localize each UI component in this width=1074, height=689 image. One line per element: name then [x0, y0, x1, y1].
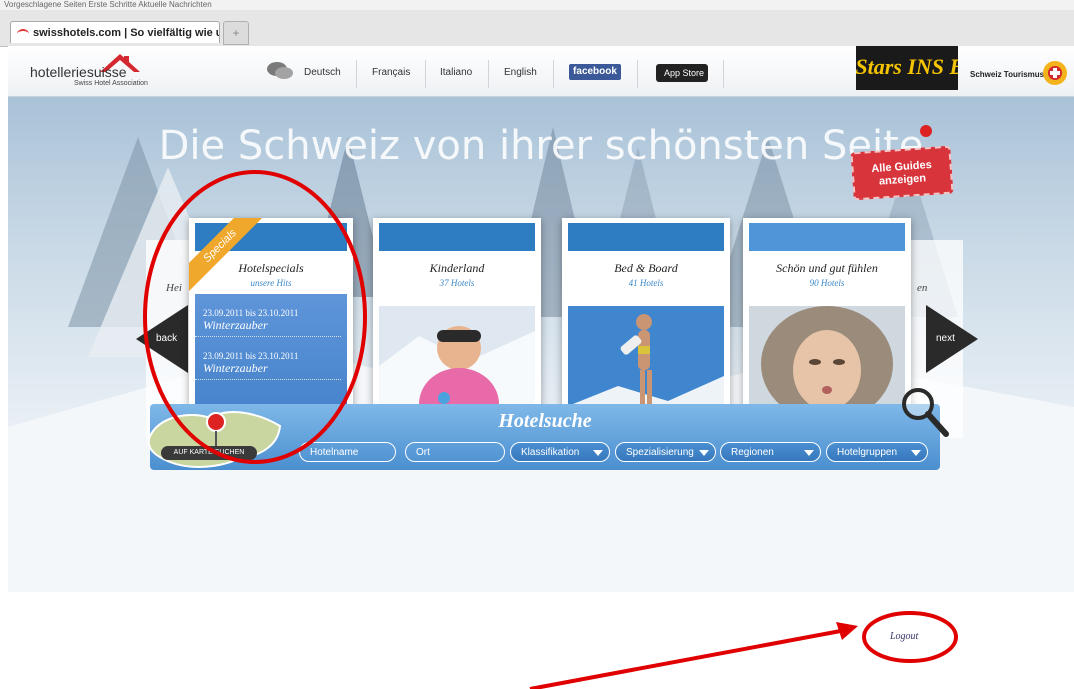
divider: [723, 60, 724, 88]
ort-input[interactable]: Ort: [405, 442, 505, 462]
chevron-down-icon: [699, 450, 709, 456]
hotelgruppen-label: Hotelgruppen: [837, 447, 898, 458]
card-title: Schön und gut fühlen: [776, 261, 878, 275]
new-tab-button[interactable]: +: [223, 21, 249, 45]
card-subtitle: 90 Hotels: [809, 278, 845, 288]
facebook-button[interactable]: facebook: [569, 64, 621, 80]
mit-stars-ins-bett-logo[interactable]: MIT Stars INS BETT: [807, 46, 1007, 90]
logo-subtitle: Swiss Hotel Association: [74, 80, 148, 87]
magnifier-icon: [902, 388, 949, 437]
switzerland-map-icon[interactable]: [140, 396, 290, 476]
spezialisierung-label: Spezialisierung: [626, 447, 694, 458]
stars-badge-icon: MIT Stars INS BETT: [807, 46, 1007, 90]
hotelname-placeholder: Hotelname: [310, 447, 359, 458]
card-subtitle: unsere Hits: [250, 278, 292, 288]
schweiz-tourismus-logo[interactable]: Schweiz Tourismus.: [970, 70, 1046, 79]
card-band: [379, 223, 535, 251]
card-band: [568, 223, 724, 251]
swiss-flower-icon: [1043, 61, 1067, 85]
divider: [637, 60, 638, 88]
logout-link[interactable]: Logout: [890, 631, 918, 642]
card-title: Hotelspecials: [238, 261, 304, 275]
annotation-arrowhead: [836, 622, 858, 640]
logo-name: hotelleriesuisse: [30, 64, 127, 80]
divider: [488, 60, 489, 88]
lang-francais[interactable]: Français: [372, 67, 410, 78]
back-label: back: [156, 333, 178, 344]
next-button[interactable]: next: [926, 305, 978, 373]
browser-tab[interactable]: swisshotels.com | So vielfältig wie u...: [10, 21, 220, 43]
regionen-dropdown[interactable]: Regionen: [720, 442, 821, 462]
card-title: Bed & Board: [614, 261, 678, 275]
special-name: Winterzauber: [195, 361, 341, 380]
browser-toolbar: Vorgeschlagene Seiten Erste Schritte Akt…: [0, 0, 1074, 47]
special-date: 23.09.2011 bis 23.10.2011: [203, 308, 299, 318]
lang-italiano[interactable]: Italiano: [440, 67, 472, 78]
next-label: next: [936, 333, 955, 344]
hotelgruppen-dropdown[interactable]: Hotelgruppen: [826, 442, 928, 462]
stars-badge-text: MIT Stars INS BETT: [856, 54, 958, 79]
klassifikation-dropdown[interactable]: Klassifikation: [510, 442, 610, 462]
tab-title: swisshotels.com | So vielfältig wie u...: [33, 27, 220, 39]
hero-carousel: Die Schweiz von ihrer schönsten Seite Al…: [8, 97, 1074, 592]
card-subtitle: 41 Hotels: [628, 278, 664, 288]
list-item[interactable]: 23.09.2011 bis 23.10.2011 Winterzauber: [195, 308, 347, 337]
chevron-down-icon: [804, 450, 814, 456]
partial-card-right-title: en: [917, 282, 928, 294]
card-band: [749, 223, 905, 251]
back-button[interactable]: back: [136, 305, 188, 373]
divider: [425, 60, 426, 88]
card-title: Kinderland: [429, 261, 485, 275]
lang-deutsch[interactable]: Deutsch: [304, 67, 341, 78]
regionen-label: Regionen: [731, 447, 774, 458]
annotation-arrow-line: [529, 628, 847, 689]
chevron-down-icon: [911, 450, 921, 456]
app-store-button[interactable]: App Store: [656, 64, 708, 82]
klassifikation-label: Klassifikation: [521, 447, 580, 458]
pin-icon: [920, 125, 932, 137]
site-header: hotelleriesuisse Swiss Hotel Association…: [8, 46, 1074, 97]
chevron-down-icon: [593, 450, 603, 456]
divider: [553, 60, 554, 88]
divider: [356, 60, 357, 88]
chat-bubbles-icon[interactable]: [266, 60, 294, 82]
hotelname-input[interactable]: Hotelname: [299, 442, 396, 462]
site-favicon-icon: [17, 29, 29, 39]
bookmarks-bar[interactable]: Vorgeschlagene Seiten Erste Schritte Akt…: [0, 0, 1074, 10]
map-search-button[interactable]: AUF KARTE SUCHEN: [161, 446, 257, 460]
lang-english[interactable]: English: [504, 67, 537, 78]
special-date: 23.09.2011 bis 23.10.2011: [203, 351, 299, 361]
ort-placeholder: Ort: [416, 447, 430, 458]
special-name: Winterzauber: [195, 318, 341, 337]
partial-card-left-title: Hei: [166, 282, 182, 294]
card-subtitle: 37 Hotels: [439, 278, 475, 288]
app-store-label: App Store: [663, 68, 704, 78]
spezialisierung-dropdown[interactable]: Spezialisierung: [615, 442, 716, 462]
all-guides-button[interactable]: Alle Guides anzeigen: [850, 145, 954, 201]
list-item[interactable]: 23.09.2011 bis 23.10.2011 Winterzauber: [195, 351, 347, 380]
hotelleriesuisse-logo[interactable]: hotelleriesuisse Swiss Hotel Association: [30, 52, 160, 92]
